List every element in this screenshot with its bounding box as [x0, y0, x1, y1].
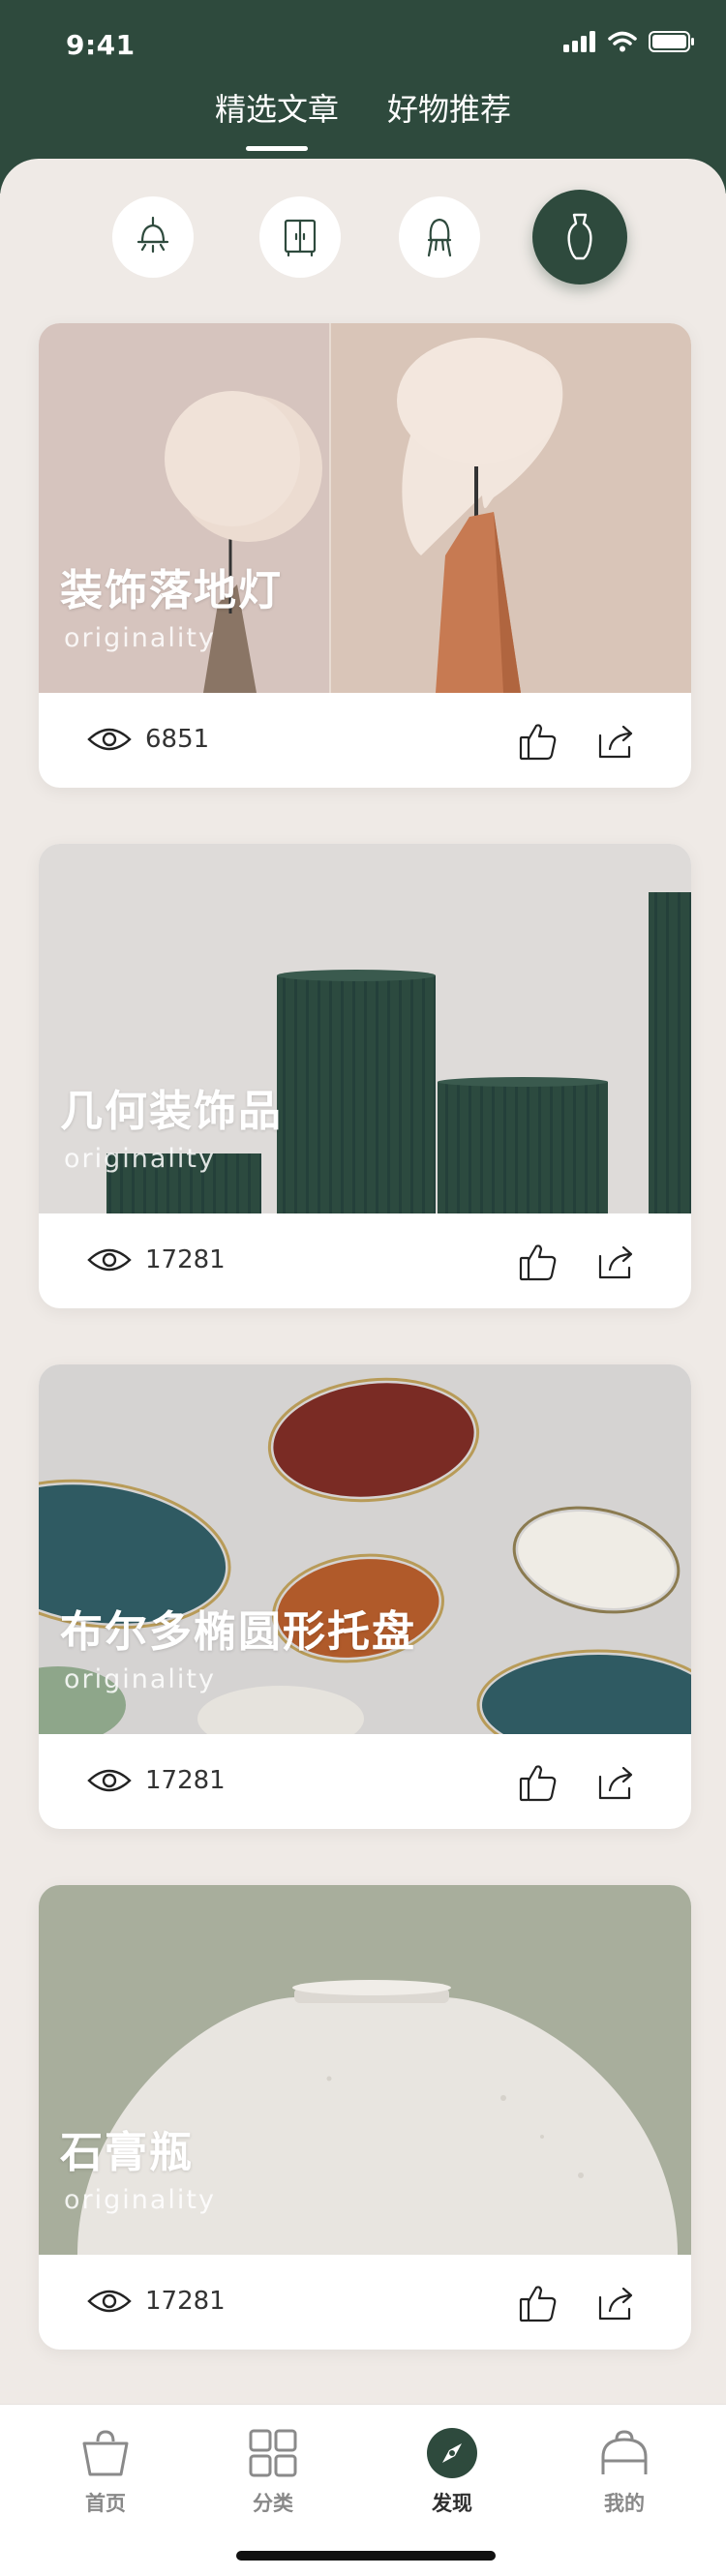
like-icon[interactable] [517, 2282, 560, 2324]
card-image: 装饰落地灯 originality [39, 323, 691, 693]
share-icon[interactable] [594, 1241, 637, 1283]
status-icons [563, 31, 695, 52]
article-card[interactable]: 装饰落地灯 originality 6851 [39, 323, 691, 788]
view-count-value: 17281 [145, 1245, 226, 1274]
status-time: 9:41 [66, 29, 136, 61]
card-image: 几何装饰品 originality [39, 844, 691, 1213]
signal-icon [563, 31, 595, 52]
like-icon[interactable] [517, 1241, 560, 1283]
status-bar: 9:41 [0, 0, 726, 87]
like-icon[interactable] [517, 1761, 560, 1804]
nav-label: 首页 [85, 2492, 126, 2515]
category-row [0, 190, 726, 286]
view-count: 17281 [87, 2287, 226, 2316]
nav-category[interactable]: 分类 [215, 2426, 331, 2517]
card-image: 石膏瓶 originality [39, 1885, 691, 2255]
card-title: 布尔多椭圆形托盘 [60, 1607, 416, 1657]
tab-recommended-goods[interactable]: 好物推荐 [387, 85, 511, 151]
eye-icon [87, 728, 132, 751]
battery-icon [649, 31, 694, 52]
view-count: 17281 [87, 1245, 226, 1274]
card-title: 石膏瓶 [60, 2128, 194, 2177]
card-title: 几何装饰品 [60, 1087, 283, 1136]
bag-icon [82, 2430, 129, 2476]
article-card[interactable]: 石膏瓶 originality 17281 [39, 1885, 691, 2350]
share-icon[interactable] [594, 2282, 637, 2324]
nav-home[interactable]: 首页 [47, 2426, 164, 2517]
share-icon[interactable] [594, 720, 637, 763]
category-vase[interactable] [532, 190, 627, 285]
chair-icon [427, 218, 452, 257]
nav-label: 我的 [604, 2492, 645, 2515]
article-card[interactable]: 布尔多椭圆形托盘 originality 17281 [39, 1364, 691, 1829]
eye-icon [87, 1248, 132, 1272]
top-tabs: 精选文章 好物推荐 [0, 85, 726, 151]
wifi-icon [608, 31, 637, 52]
nav-label: 分类 [253, 2492, 293, 2515]
view-count-value: 17281 [145, 1766, 226, 1795]
view-count: 6851 [87, 725, 209, 754]
vase-icon [567, 213, 592, 260]
card-footer: 17281 [39, 1213, 691, 1308]
article-card[interactable]: 几何装饰品 originality 17281 [39, 844, 691, 1308]
category-lamp[interactable] [112, 196, 194, 278]
share-icon[interactable] [594, 1761, 637, 1804]
eye-icon [87, 1769, 132, 1792]
nav-profile[interactable]: 我的 [566, 2426, 682, 2517]
grid-icon [249, 2429, 297, 2477]
card-image: 布尔多椭圆形托盘 originality [39, 1364, 691, 1734]
tab-featured-articles[interactable]: 精选文章 [215, 85, 339, 151]
category-wardrobe[interactable] [259, 196, 341, 278]
card-footer: 17281 [39, 1734, 691, 1829]
profile-icon [601, 2430, 648, 2474]
card-subtitle: originality [64, 623, 216, 653]
category-chair[interactable] [399, 196, 480, 278]
nav-label: 发现 [432, 2492, 472, 2515]
compass-icon [427, 2428, 477, 2478]
card-subtitle: originality [64, 2185, 216, 2215]
card-title: 装饰落地灯 [60, 566, 283, 615]
like-icon[interactable] [517, 720, 560, 763]
card-subtitle: originality [64, 1144, 216, 1174]
card-footer: 17281 [39, 2255, 691, 2350]
view-count-value: 17281 [145, 2287, 226, 2316]
view-count-value: 6851 [145, 725, 210, 754]
wardrobe-icon [284, 219, 317, 257]
home-indicator[interactable] [236, 2551, 496, 2561]
view-count: 17281 [87, 1766, 226, 1795]
eye-icon [87, 2290, 132, 2313]
lamp-icon [136, 216, 169, 254]
card-footer: 6851 [39, 693, 691, 788]
card-subtitle: originality [64, 1664, 216, 1694]
nav-discover[interactable]: 发现 [394, 2426, 510, 2517]
